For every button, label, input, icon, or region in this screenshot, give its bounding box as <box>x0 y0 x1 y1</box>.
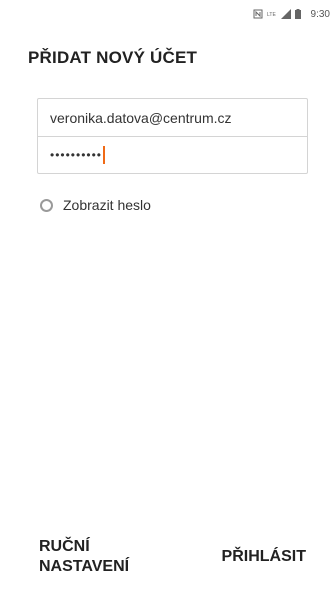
show-password-toggle[interactable]: Zobrazit heslo <box>40 197 151 213</box>
svg-text:LTE: LTE <box>267 12 276 18</box>
login-form: veronika.datova@centrum.cz •••••••••• <box>37 98 308 174</box>
status-time: 9:30 <box>310 8 330 20</box>
unchecked-circle-icon[interactable] <box>40 198 53 212</box>
text-cursor <box>103 146 106 164</box>
show-password-label: Zobrazit heslo <box>63 197 151 213</box>
page-title: PŘIDAT NOVÝ ÚČET <box>28 48 198 67</box>
lte-icon: LTE <box>267 9 277 19</box>
email-field[interactable]: veronika.datova@centrum.cz <box>38 99 307 136</box>
password-field[interactable]: •••••••••• <box>38 136 307 173</box>
bottom-action-bar: RUČNÍ NASTAVENÍ PŘIHLÁSIT <box>0 529 330 597</box>
manual-setup-button[interactable]: RUČNÍ NASTAVENÍ <box>39 537 149 577</box>
nfc-icon <box>253 9 263 19</box>
login-button[interactable]: PŘIHLÁSIT <box>222 547 306 567</box>
signal-icon <box>280 9 291 19</box>
status-bar: LTE 9:30 <box>0 0 330 28</box>
password-value: •••••••••• <box>50 148 103 162</box>
battery-icon <box>294 9 305 19</box>
email-value: veronika.datova@centrum.cz <box>50 109 232 126</box>
